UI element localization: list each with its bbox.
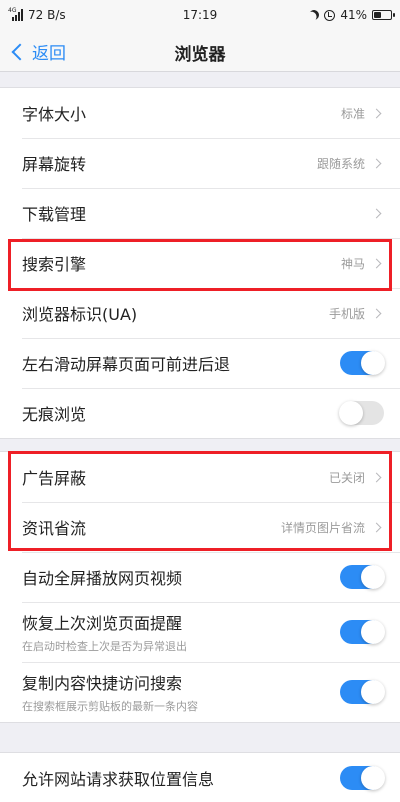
- settings-row[interactable]: 资讯省流 详情页图片省流: [0, 502, 400, 552]
- row-label: 左右滑动屏幕页面可前进后退: [22, 355, 231, 374]
- toggle-switch[interactable]: [340, 351, 385, 375]
- row-labels: 广告屏蔽: [22, 465, 329, 489]
- page-title: 浏览器: [174, 45, 226, 65]
- row-label: 复制内容快捷访问搜索: [22, 674, 183, 693]
- chevron-right-icon: [371, 472, 382, 482]
- row-label: 无痕浏览: [22, 405, 87, 424]
- row-label: 广告屏蔽: [22, 469, 87, 488]
- settings-group: 允许网站请求获取位置信息: [0, 752, 400, 802]
- settings-row[interactable]: 恢复上次浏览页面提醒在启动时检查上次是否为异常退出: [0, 602, 400, 662]
- toggle-knob: [361, 565, 385, 589]
- row-labels: 自动全屏播放网页视频: [22, 565, 340, 589]
- toggle-knob: [361, 766, 385, 790]
- chevron-right-icon: [371, 258, 382, 268]
- row-value: 标准: [340, 106, 365, 121]
- row-value: 手机版: [328, 306, 365, 321]
- row-subtitle: 在启动时检查上次是否为异常退出: [22, 640, 187, 653]
- row-label: 资讯省流: [22, 519, 87, 538]
- row-label: 允许网站请求获取位置信息: [22, 770, 215, 789]
- settings-row[interactable]: 搜索引擎 神马: [0, 238, 400, 288]
- settings-group: 字体大小 标准屏幕旋转 跟随系统下载管理搜索引擎 神马浏览器标识(UA) 手机版左右滑动…: [0, 87, 400, 439]
- alarm-icon: [324, 9, 336, 21]
- toggle-knob: [361, 680, 385, 704]
- row-label: 自动全屏播放网页视频: [22, 569, 183, 588]
- settings-row[interactable]: 屏幕旋转 跟随系统: [0, 138, 400, 188]
- toggle-switch[interactable]: [340, 565, 385, 589]
- row-label: 搜索引擎: [22, 255, 87, 274]
- settings-row[interactable]: 无痕浏览: [0, 388, 400, 438]
- nav-header: 返回 浏览器: [0, 30, 400, 72]
- settings-row[interactable]: 字体大小 标准: [0, 88, 400, 138]
- row-labels: 屏幕旋转: [22, 151, 317, 175]
- settings-row[interactable]: 左右滑动屏幕页面可前进后退: [0, 338, 400, 388]
- toggle-switch[interactable]: [340, 620, 385, 644]
- settings-row[interactable]: 下载管理: [0, 188, 400, 238]
- row-labels: 资讯省流: [22, 515, 281, 539]
- row-labels: 字体大小: [22, 101, 341, 125]
- row-labels: 复制内容快捷访问搜索在搜索框展示剪贴板的最新一条内容: [22, 670, 340, 714]
- toggle-switch[interactable]: [340, 680, 385, 704]
- chevron-right-icon: [371, 522, 382, 532]
- row-labels: 允许网站请求获取位置信息: [22, 766, 340, 790]
- row-value: 神马: [340, 256, 365, 271]
- settings-row[interactable]: 允许网站请求获取位置信息: [0, 753, 400, 802]
- toggle-switch[interactable]: [340, 766, 385, 790]
- chevron-right-icon: [371, 208, 382, 218]
- settings-row[interactable]: 广告屏蔽 已关闭: [0, 452, 400, 502]
- toggle-knob: [339, 401, 363, 425]
- row-value: 已关闭: [328, 470, 365, 485]
- row-label: 恢复上次浏览页面提醒: [22, 614, 183, 633]
- settings-row[interactable]: 浏览器标识(UA) 手机版: [0, 288, 400, 338]
- row-label: 屏幕旋转: [22, 155, 87, 174]
- row-label: 字体大小: [22, 105, 87, 124]
- row-labels: 搜索引擎: [22, 251, 341, 275]
- row-labels: 无痕浏览: [22, 401, 340, 425]
- row-value: 详情页图片省流: [280, 520, 365, 535]
- row-labels: 浏览器标识(UA): [22, 301, 329, 325]
- chevron-right-icon: [371, 158, 382, 168]
- toggle-knob: [361, 351, 385, 375]
- toggle-switch[interactable]: [339, 401, 384, 425]
- toggle-knob: [361, 620, 385, 644]
- row-subtitle: 在搜索框展示剪贴板的最新一条内容: [22, 700, 198, 713]
- row-labels: 左右滑动屏幕页面可前进后退: [22, 351, 340, 375]
- battery-percent: 41%: [340, 8, 367, 22]
- row-label: 浏览器标识(UA): [22, 305, 138, 324]
- moon-icon: [307, 8, 321, 22]
- chevron-right-icon: [371, 108, 382, 118]
- settings-row[interactable]: 自动全屏播放网页视频: [0, 552, 400, 602]
- status-bar: 4G 72 B/s 17:19 41%: [0, 0, 400, 30]
- battery-icon: [372, 10, 395, 20]
- settings-group: 广告屏蔽 已关闭资讯省流 详情页图片省流自动全屏播放网页视频 恢复上次浏览页面提醒在启…: [0, 451, 400, 723]
- row-labels: 恢复上次浏览页面提醒在启动时检查上次是否为异常退出: [22, 610, 340, 654]
- row-labels: 下载管理: [22, 201, 373, 225]
- row-value: 跟随系统: [316, 156, 365, 171]
- settings-row[interactable]: 复制内容快捷访问搜索在搜索框展示剪贴板的最新一条内容: [0, 662, 400, 722]
- status-right: 41%: [307, 8, 395, 22]
- chevron-right-icon: [371, 308, 382, 318]
- row-label: 下载管理: [22, 205, 87, 224]
